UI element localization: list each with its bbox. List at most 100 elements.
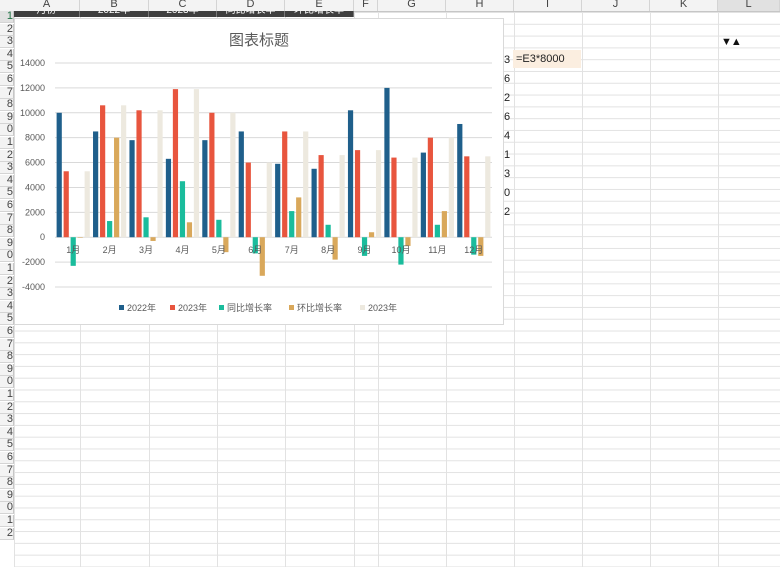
- x-tick-label: 3月: [139, 245, 153, 255]
- bar: [441, 211, 447, 238]
- bar: [434, 224, 440, 238]
- column-header-G[interactable]: G: [378, 0, 446, 11]
- row-header[interactable]: 1: [0, 389, 14, 401]
- table-header-cell[interactable]: 2022年: [80, 11, 149, 17]
- cell-value[interactable]: 3: [504, 168, 516, 180]
- row-header[interactable]: 2: [0, 401, 14, 414]
- row-header[interactable]: 5: [0, 61, 14, 74]
- row-header[interactable]: 7: [0, 86, 14, 99]
- column-header-C[interactable]: C: [149, 0, 217, 11]
- bar-chart: 14000 12000 10000 8000 6000 4000 2000 0 -2000 -40…: [20, 58, 492, 313]
- row-header[interactable]: 4: [0, 426, 14, 439]
- row-header[interactable]: 2: [0, 149, 14, 162]
- cell-value[interactable]: 6: [504, 73, 516, 85]
- row-header[interactable]: 0: [0, 250, 14, 263]
- column-header-F[interactable]: F: [354, 0, 378, 11]
- cell-value[interactable]: 6: [504, 111, 516, 123]
- row-header[interactable]: 0: [0, 376, 14, 389]
- column-header-D[interactable]: D: [217, 0, 285, 11]
- row-header[interactable]: 5: [0, 439, 14, 452]
- y-tick-label: 10000: [20, 108, 45, 118]
- row-header[interactable]: 4: [0, 300, 14, 313]
- chart-area[interactable]: 图表标题 14000 12000 10000 8000 6000 4000 2000 0 -20…: [14, 18, 504, 325]
- table-header-cell[interactable]: 2023年: [149, 11, 217, 17]
- row-header[interactable]: 7: [0, 212, 14, 225]
- bar: [289, 211, 295, 238]
- row-header[interactable]: 1: [0, 11, 14, 23]
- bar: [375, 150, 382, 238]
- bar: [100, 105, 106, 238]
- formula-cell[interactable]: =E3*8000: [513, 50, 581, 68]
- column-header-E[interactable]: E: [285, 0, 354, 11]
- y-tick-label: 2000: [25, 207, 45, 217]
- row-header[interactable]: 9: [0, 237, 14, 250]
- bar: [339, 155, 345, 238]
- row-header[interactable]: 5: [0, 187, 14, 200]
- row-header[interactable]: 6: [0, 452, 14, 464]
- bar: [412, 157, 418, 238]
- y-tick-label: -2000: [22, 257, 45, 267]
- bar: [129, 140, 135, 238]
- table-header-cell[interactable]: 月份: [14, 11, 80, 17]
- bar: [259, 237, 265, 276]
- row-header[interactable]: 0: [0, 502, 14, 515]
- row-header[interactable]: 0: [0, 124, 14, 137]
- bar: [93, 131, 99, 238]
- x-tick-label: 7月: [285, 245, 299, 255]
- column-header-B[interactable]: B: [80, 0, 149, 11]
- row-header[interactable]: 8: [0, 351, 14, 364]
- row-header[interactable]: 9: [0, 111, 14, 124]
- row-header[interactable]: 4: [0, 48, 14, 61]
- cell-value[interactable]: 0: [504, 187, 516, 199]
- table-header-cell[interactable]: 环比增长率: [285, 11, 354, 17]
- bar: [179, 181, 186, 238]
- row-header[interactable]: 6: [0, 200, 14, 212]
- row-header[interactable]: 4: [0, 174, 14, 187]
- row-header[interactable]: 5: [0, 313, 14, 326]
- row-header[interactable]: 1: [0, 515, 14, 527]
- row-header[interactable]: 8: [0, 225, 14, 238]
- row-header[interactable]: 9: [0, 489, 14, 502]
- x-tick-label: 11月: [428, 245, 446, 255]
- x-tick-label: 9月: [358, 245, 372, 255]
- column-header-H[interactable]: H: [446, 0, 514, 11]
- cell-value[interactable]: 2: [504, 206, 516, 218]
- row-header[interactable]: 9: [0, 363, 14, 376]
- row-header[interactable]: 7: [0, 338, 14, 351]
- cell-value[interactable]: 2: [504, 92, 516, 104]
- row-header[interactable]: 7: [0, 464, 14, 477]
- column-header-K[interactable]: K: [650, 0, 718, 11]
- row-header[interactable]: 3: [0, 162, 14, 175]
- row-header[interactable]: 3: [0, 414, 14, 427]
- column-header-I[interactable]: I: [514, 0, 582, 11]
- bar: [457, 123, 463, 238]
- legend-swatch: [360, 305, 365, 310]
- row-header[interactable]: 3: [0, 288, 14, 301]
- row-header[interactable]: 2: [0, 527, 14, 540]
- x-tick-label: 4月: [175, 245, 189, 255]
- bar: [114, 137, 120, 238]
- row-header[interactable]: 1: [0, 137, 14, 149]
- row-header[interactable]: 2: [0, 23, 14, 36]
- sort-arrows[interactable]: ▼▲: [721, 36, 742, 48]
- cell-value[interactable]: 4: [504, 130, 516, 142]
- column-header-L[interactable]: L: [718, 0, 780, 11]
- y-tick-label: 4000: [25, 182, 45, 192]
- row-header[interactable]: 8: [0, 477, 14, 490]
- row-header[interactable]: 6: [0, 326, 14, 338]
- bar: [186, 222, 193, 238]
- x-tick-label: 6月: [248, 245, 262, 255]
- row-header[interactable]: 3: [0, 36, 14, 49]
- column-header-A[interactable]: A: [14, 0, 80, 11]
- cell-value[interactable]: 1: [504, 149, 516, 161]
- bar: [347, 110, 354, 238]
- column-header-J[interactable]: J: [582, 0, 650, 11]
- row-header[interactable]: 6: [0, 74, 14, 86]
- row-header[interactable]: 8: [0, 99, 14, 112]
- table-header-cell[interactable]: 同比增长率: [217, 11, 285, 17]
- row-header[interactable]: 2: [0, 275, 14, 288]
- row-header[interactable]: 1: [0, 263, 14, 275]
- bar: [172, 89, 179, 238]
- bar: [325, 224, 331, 238]
- x-tick-label: 12月: [464, 245, 483, 255]
